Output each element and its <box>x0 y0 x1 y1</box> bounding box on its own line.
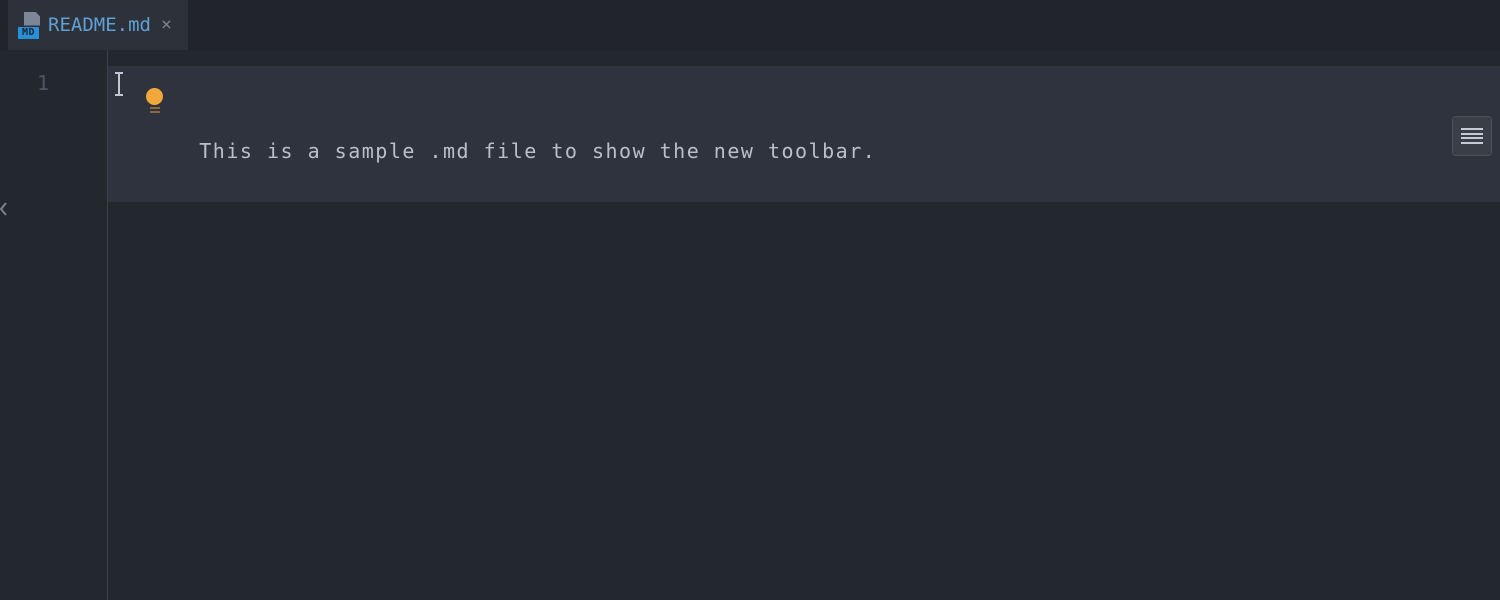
tab-bar-left-pad <box>0 0 8 50</box>
tab-bar: MD README.md × <box>0 0 1500 50</box>
line-number-gutter: 1 <box>0 50 108 600</box>
line-number: 1 <box>0 66 107 100</box>
code-line-1[interactable]: This is a sample .md file to show the ne… <box>108 66 1500 202</box>
panel-edge-icon[interactable] <box>0 198 7 220</box>
markdown-file-icon: MD <box>18 12 40 39</box>
floating-toolbar-button[interactable] <box>1452 116 1492 156</box>
editor-tab-readme[interactable]: MD README.md × <box>8 0 188 50</box>
editor-area[interactable]: 1 This is a sample .md file to show the … <box>0 50 1500 600</box>
lightbulb-icon[interactable] <box>146 88 163 113</box>
close-icon[interactable]: × <box>159 16 174 34</box>
code-line-1-text: This is a sample .md file to show the ne… <box>199 139 876 163</box>
tab-filename: README.md <box>48 16 151 35</box>
code-body[interactable]: This is a sample .md file to show the ne… <box>108 50 1500 600</box>
text-caret-icon <box>118 72 120 96</box>
menu-icon <box>1461 128 1483 144</box>
